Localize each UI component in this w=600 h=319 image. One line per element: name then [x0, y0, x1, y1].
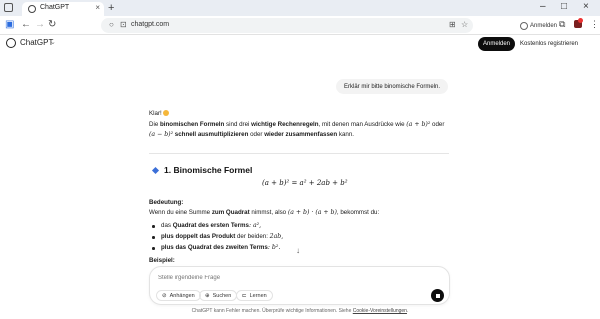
notification-badge — [578, 18, 583, 23]
address-bar[interactable]: ○ ⊡ chatgpt.com ⊞ ☆ — [101, 18, 473, 33]
attach-button[interactable]: ⊘ Anhängen — [156, 290, 201, 301]
maximize-icon[interactable]: □ — [561, 1, 567, 12]
tab-actions-icon[interactable] — [4, 3, 13, 12]
intro-line-2: (a − b)² schnell ausmultiplizieren oder … — [149, 131, 354, 138]
formula-display: (a + b)² = a² + 2ab + b² — [262, 179, 348, 187]
new-tab-icon[interactable]: + — [108, 2, 114, 14]
sidebar-icon[interactable]: ▣ — [5, 19, 14, 30]
diamond-icon — [151, 166, 160, 174]
bullet-1 — [152, 225, 155, 228]
chevron-down-icon[interactable]: ⌄ — [50, 38, 56, 46]
chatgpt-favicon-icon — [28, 5, 36, 13]
greeting-text: Klar! — [149, 110, 162, 117]
disclaimer-footer: ChatGPT kann Fehler machen. Überprüfe wi… — [191, 308, 409, 314]
stop-icon — [435, 293, 440, 298]
greeting-line: Klar! — [149, 110, 170, 117]
scroll-down-arrow-icon[interactable]: ↓ — [296, 246, 300, 255]
user-message-bubble: Erklär mir bitte binomische Formeln. — [336, 79, 449, 94]
close-window-icon[interactable]: × — [583, 1, 589, 12]
forward-icon[interactable]: → — [35, 19, 45, 30]
browser-profile-button[interactable]: Anmelden — [517, 19, 560, 32]
book-icon: ⊏ — [242, 292, 247, 299]
tab-title: ChatGPT — [40, 4, 70, 11]
reload-icon[interactable]: ↻ — [48, 19, 56, 30]
globe-icon: ⊕ — [205, 292, 210, 299]
back-icon[interactable]: ← — [21, 19, 31, 30]
divider — [149, 153, 449, 154]
section-title: 1. Binomische Formel — [164, 165, 253, 175]
bullet-2 — [152, 236, 155, 239]
chatgpt-logo-icon[interactable] — [6, 38, 16, 48]
minimize-icon[interactable]: – — [540, 1, 546, 12]
browser-tab-bar: ChatGPT × + – □ × — [0, 0, 600, 16]
lock-icon: ⊡ — [120, 20, 127, 29]
url-text[interactable]: chatgpt.com — [131, 21, 169, 28]
prompt-input[interactable] — [158, 273, 408, 283]
search-button[interactable]: ⊕ Suchen — [199, 290, 238, 301]
translate-icon[interactable]: ⊞ — [449, 20, 456, 29]
list-item: plus doppelt das Produkt der beiden: 2ab… — [161, 233, 284, 240]
intro-line-1: Die binomischen Formeln sind drei wichti… — [149, 121, 445, 128]
learn-button[interactable]: ⊏ Lernen — [236, 290, 273, 301]
bookmark-star-icon[interactable]: ☆ — [461, 20, 468, 29]
meaning-label: Bedeutung: — [149, 199, 184, 206]
list-item: plus das Quadrat des zweiten Terms: b². — [161, 244, 281, 251]
model-selector[interactable]: ChatGPT — [20, 38, 53, 47]
stop-button[interactable] — [431, 289, 444, 302]
example-label: Beispiel: — [149, 257, 175, 264]
signup-button[interactable]: Kostenlos registrieren — [519, 37, 579, 51]
section-heading: 1. Binomische Formel — [151, 165, 253, 175]
app-header: ChatGPT ⌄ Anmelden Kostenlos registriere… — [0, 35, 600, 55]
site-info-icon[interactable]: ○ — [109, 20, 114, 29]
bullet-3 — [152, 247, 155, 250]
smile-emoji-icon — [163, 110, 170, 116]
close-tab-icon[interactable]: × — [95, 3, 100, 12]
paperclip-icon: ⊘ — [162, 292, 167, 299]
browser-nav-bar: ▣ ← → ↻ ○ ⊡ chatgpt.com ⊞ ☆ Anmelden ⧉ ⋮ — [0, 16, 600, 35]
profile-label: Anmelden — [530, 22, 558, 29]
browser-tab[interactable]: ChatGPT × — [22, 2, 104, 16]
profile-icon — [520, 21, 528, 30]
menu-icon[interactable]: ⋮ — [590, 19, 599, 30]
list-item: das Quadrat des ersten Terms: a², — [161, 222, 262, 229]
meaning-line: Wenn du eine Summe zum Quadrat nimmst, a… — [149, 209, 380, 216]
login-button[interactable]: Anmelden — [478, 37, 515, 51]
cookie-settings-link[interactable]: Cookie-Voreinstellungen — [353, 308, 407, 314]
extensions-icon[interactable]: ⧉ — [559, 19, 565, 30]
